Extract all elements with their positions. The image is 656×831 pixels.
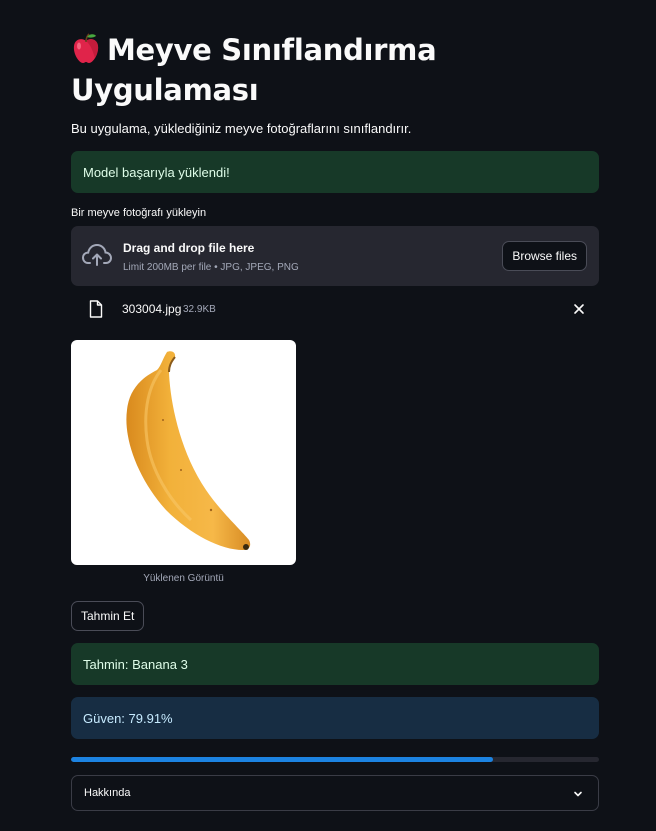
model-loaded-alert: Model başarıyla yüklendi!: [71, 151, 599, 193]
prediction-text: Tahmin: Banana 3: [83, 656, 188, 672]
uploaded-file-row: 303004.jpg 32.9KB: [71, 296, 599, 322]
expander-label: Hakkında: [84, 787, 131, 799]
predict-button[interactable]: Tahmin Et: [71, 601, 145, 631]
banana-image: [126, 351, 251, 550]
confidence-progress-bar: [71, 757, 599, 762]
browse-files-button[interactable]: Browse files: [502, 241, 587, 271]
cloud-upload-icon: [82, 243, 112, 266]
red-apple-icon: [71, 33, 101, 65]
file-name: 303004.jpg: [122, 302, 182, 316]
file-icon: [89, 300, 103, 318]
page-title-text: Meyve Sınıflandırma Uygulaması: [71, 33, 437, 107]
uploader-label: Bir meyve fotoğrafı yükleyin: [71, 207, 207, 219]
about-expander[interactable]: Hakkında: [71, 775, 599, 811]
app-description: Bu uygulama, yüklediğiniz meyve fotoğraf…: [71, 121, 412, 136]
uploaded-image: [71, 340, 296, 565]
model-loaded-text: Model başarıyla yüklendi!: [83, 164, 230, 180]
file-size: 32.9KB: [183, 304, 216, 315]
progress-fill: [71, 757, 493, 762]
dropzone-limit: Limit 200MB per file • JPG, JPEG, PNG: [123, 262, 299, 273]
confidence-alert: Güven: 79.91%: [71, 697, 599, 739]
file-dropzone[interactable]: Drag and drop file here Limit 200MB per …: [71, 226, 599, 286]
chevron-down-icon: [574, 791, 582, 797]
confidence-text: Güven: 79.91%: [83, 710, 173, 726]
image-caption: Yüklenen Görüntü: [143, 573, 224, 584]
close-icon[interactable]: [572, 302, 586, 316]
page-title: Meyve Sınıflandırma Uygulaması: [71, 30, 599, 110]
prediction-alert: Tahmin: Banana 3: [71, 643, 599, 685]
dropzone-instruction: Drag and drop file here: [123, 241, 255, 255]
